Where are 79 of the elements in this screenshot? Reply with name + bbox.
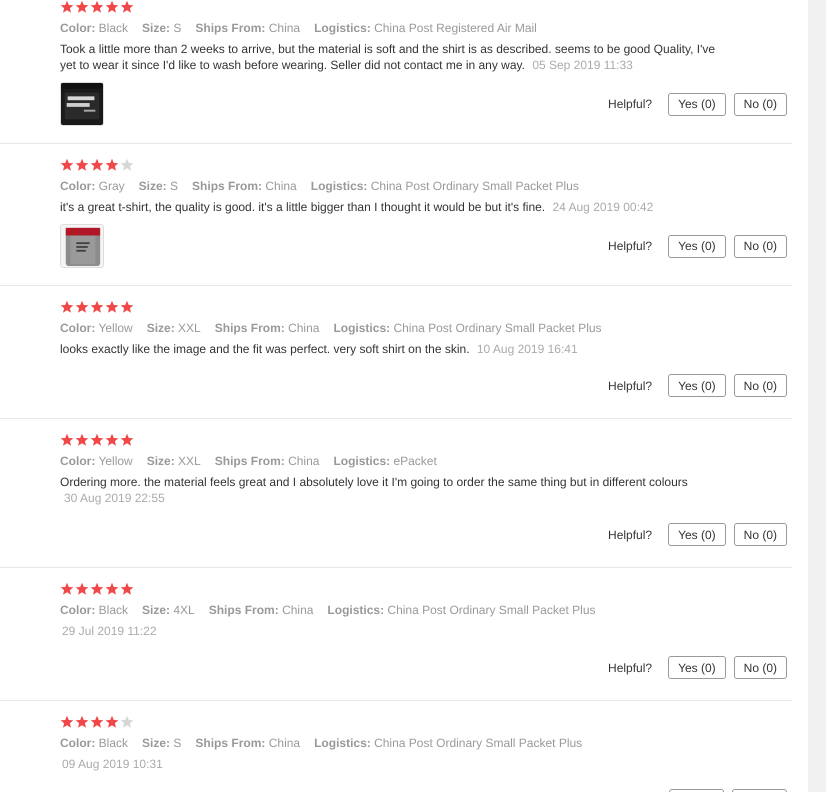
order-detail: Color: Yellow bbox=[60, 320, 133, 337]
order-detail: Ships From: China bbox=[214, 320, 320, 337]
order-detail: Ships From: China bbox=[214, 453, 320, 470]
star-icon bbox=[60, 158, 74, 172]
star-icon bbox=[60, 715, 74, 729]
order-detail: Logistics: China Post Registered Air Mail bbox=[314, 20, 537, 37]
review-text: Ordering more. the material feels great and I absolutely love it I'm going to order the same thing but in different colours 30 Aug 2019 22:55 bbox=[60, 474, 689, 506]
order-detail: Logistics: China Post Ordinary Small Packet Plus bbox=[310, 178, 579, 195]
star-icon bbox=[75, 0, 89, 14]
star-icon bbox=[90, 433, 104, 447]
star-icon bbox=[60, 300, 74, 314]
star-icon bbox=[75, 158, 89, 172]
no-button[interactable]: No (0) bbox=[734, 523, 787, 546]
order-detail: Size: S bbox=[142, 20, 182, 37]
star-icon bbox=[90, 300, 104, 314]
order-detail: Ships From: China bbox=[192, 178, 297, 195]
star-icon bbox=[120, 582, 134, 596]
order-detail: Ships From: China bbox=[195, 735, 300, 752]
star-icon bbox=[120, 0, 134, 14]
star-icon bbox=[75, 715, 89, 729]
review-text: Took a little more than 2 weeks to arrive, but the material is soft and the shirt is as described. seems to be good Quality, I've yet to wear it since I'd like to wash before wearing. Seller did not contact me in any way. 05 Sep 2019 11:33 bbox=[60, 41, 716, 73]
order-detail: Logistics: China Post Ordinary Small Packet Plus bbox=[333, 320, 602, 337]
no-button[interactable]: No (0) bbox=[734, 374, 787, 397]
helpful-label: Helpful? bbox=[608, 660, 652, 674]
order-detail: Color: Black bbox=[60, 602, 128, 619]
star-icon bbox=[105, 582, 119, 596]
star-icon bbox=[75, 582, 89, 596]
yes-button[interactable]: Yes (0) bbox=[668, 92, 726, 116]
yes-button[interactable]: Yes (0) bbox=[668, 656, 726, 679]
order-detail: Size: XXL bbox=[146, 320, 201, 337]
helpful-label: Helpful? bbox=[608, 239, 652, 253]
star-icon bbox=[105, 433, 119, 447]
helpful-label: Helpful? bbox=[608, 378, 652, 392]
order-detail: Size: S bbox=[142, 735, 182, 752]
star-icon bbox=[75, 433, 89, 447]
yes-button[interactable]: Yes (0) bbox=[668, 234, 726, 258]
star-icon bbox=[120, 433, 134, 447]
star-icon bbox=[60, 582, 74, 596]
star-icon bbox=[105, 158, 119, 172]
review-date: 29 Jul 2019 11:22 bbox=[62, 624, 157, 638]
order-detail: Logistics: China Post Ordinary Small Packet Plus bbox=[314, 735, 582, 752]
review-text: it's a great t-shirt, the quality is good. it's a little bigger than I thought it would be but it's fine. 24 Aug 2019 00:42 bbox=[60, 199, 654, 215]
star-icon bbox=[120, 715, 134, 729]
star-icon bbox=[120, 300, 134, 314]
order-detail: Size: 4XL bbox=[142, 602, 195, 619]
no-button[interactable]: No (0) bbox=[734, 234, 787, 258]
order-detail: Ships From: China bbox=[195, 20, 300, 37]
review-date: 10 Aug 2019 16:41 bbox=[476, 342, 578, 356]
review-date: 05 Sep 2019 11:33 bbox=[532, 58, 633, 72]
no-button[interactable]: No (0) bbox=[734, 656, 787, 679]
star-icon bbox=[90, 158, 104, 172]
star-icon bbox=[60, 0, 74, 14]
order-detail: Color: Gray bbox=[60, 178, 125, 195]
order-detail: Ships From: China bbox=[208, 602, 314, 619]
review-date: 24 Aug 2019 00:42 bbox=[552, 200, 654, 214]
order-detail: Color: Black bbox=[60, 735, 128, 752]
star-icon bbox=[90, 582, 104, 596]
star-icon bbox=[120, 158, 134, 172]
helpful-label: Helpful? bbox=[608, 528, 652, 542]
order-detail: Size: XXL bbox=[146, 453, 201, 470]
star-icon bbox=[60, 433, 74, 447]
star-icon bbox=[105, 0, 119, 14]
yes-button[interactable]: Yes (0) bbox=[668, 374, 726, 397]
helpful-label: Helpful? bbox=[608, 97, 652, 111]
review-date: 09 Aug 2019 10:31 bbox=[62, 757, 163, 771]
order-detail: Color: Yellow bbox=[60, 453, 133, 470]
order-detail: Size: S bbox=[138, 178, 178, 195]
order-detail: Logistics: China Post Ordinary Small Packet Plus bbox=[327, 602, 596, 619]
star-icon bbox=[90, 0, 104, 14]
review-date: 30 Aug 2019 22:55 bbox=[64, 491, 165, 505]
star-icon bbox=[75, 300, 89, 314]
star-icon bbox=[105, 300, 119, 314]
no-button[interactable]: No (0) bbox=[734, 92, 787, 116]
star-icon bbox=[90, 715, 104, 729]
yes-button[interactable]: Yes (0) bbox=[668, 523, 726, 546]
order-detail: Color: Black bbox=[60, 20, 128, 37]
order-detail: Logistics: ePacket bbox=[333, 453, 437, 470]
review-text: looks exactly like the image and the fit was perfect. very soft shirt on the skin. 10 Aug 2019 16:41 bbox=[60, 341, 579, 357]
star-icon bbox=[105, 715, 119, 729]
